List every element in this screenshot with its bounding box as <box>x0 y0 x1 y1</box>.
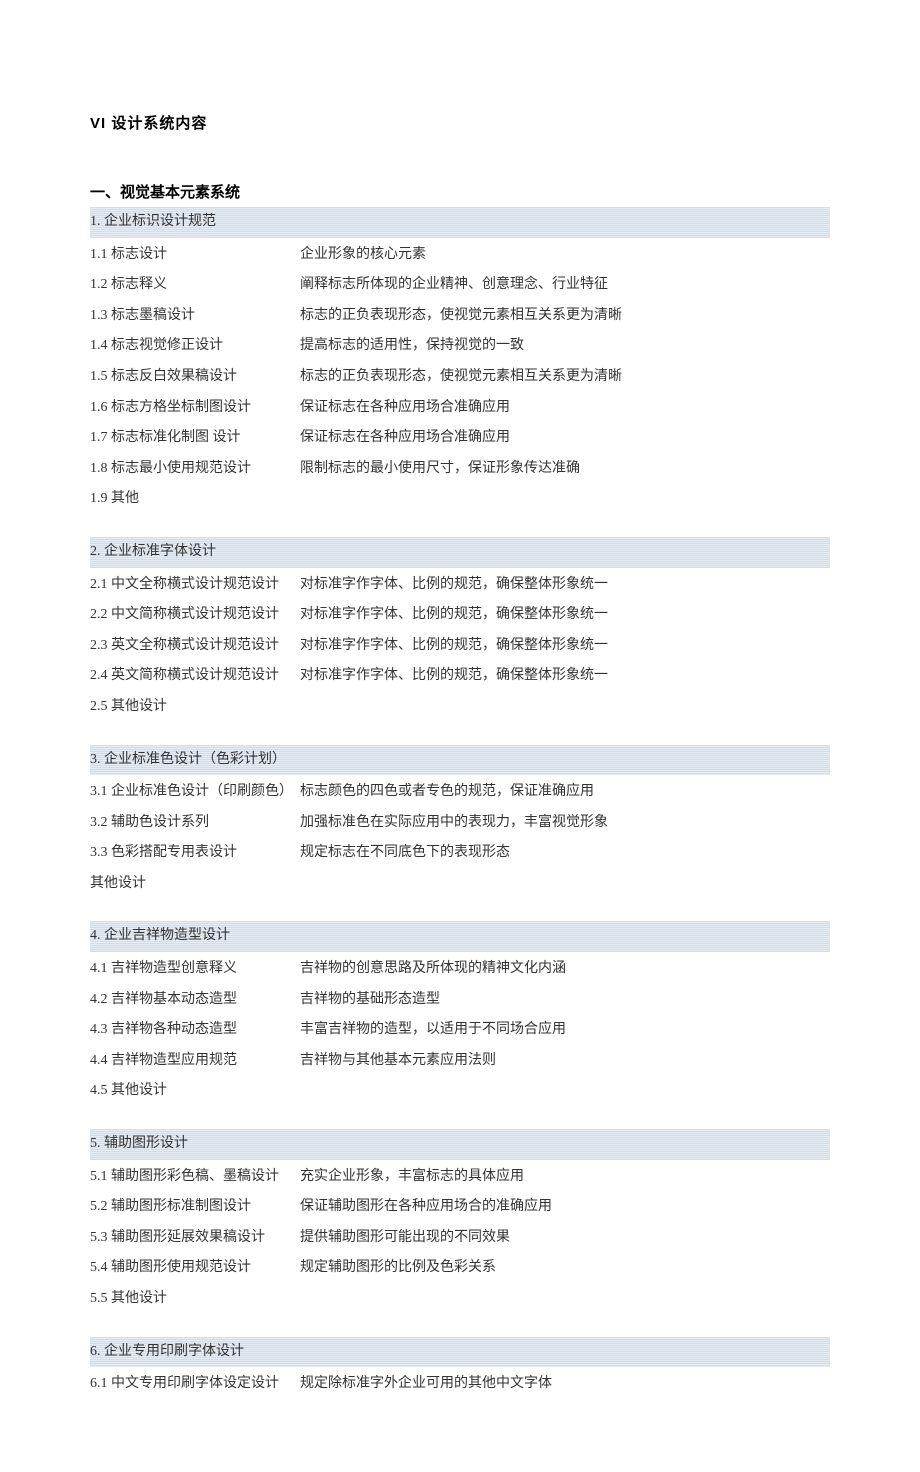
spacer <box>90 899 830 911</box>
item-row: 5.3 辅助图形延展效果稿设计提供辅助图形可能出现的不同效果 <box>90 1223 830 1254</box>
item-label: 5.1 辅助图形彩色稿、墨稿设计 <box>90 1164 300 1191</box>
item-row: 6.1 中文专用印刷字体设定设计规定除标准字外企业可用的其他中文字体 <box>90 1369 830 1400</box>
item-description: 吉祥物的创意思路及所体现的精神文化内涵 <box>300 956 830 983</box>
item-label: 5.4 辅助图形使用规范设计 <box>90 1255 300 1282</box>
item-row: 5.5 其他设计 <box>90 1284 830 1315</box>
item-label: 5.5 其他设计 <box>90 1286 300 1313</box>
item-label: 1.1 标志设计 <box>90 242 300 269</box>
item-row: 4.4 吉祥物造型应用规范吉祥物与其他基本元素应用法则 <box>90 1046 830 1077</box>
group-header: 3. 企业标准色设计（色彩计划） <box>90 745 830 776</box>
item-description: 限制标志的最小使用尺寸，保证形象传达准确 <box>300 456 830 483</box>
item-label: 1.6 标志方格坐标制图设计 <box>90 395 300 422</box>
item-row: 3.2 辅助色设计系列加强标准色在实际应用中的表现力，丰富视觉形象 <box>90 808 830 839</box>
item-label: 2.2 中文简称横式设计规范设计 <box>90 602 300 629</box>
item-description: 阐释标志所体现的企业精神、创意理念、行业特征 <box>300 272 830 299</box>
item-label: 4.1 吉祥物造型创意释义 <box>90 956 300 983</box>
item-label: 6.1 中文专用印刷字体设定设计 <box>90 1371 300 1398</box>
item-label: 2.4 英文简称横式设计规范设计 <box>90 663 300 690</box>
item-description: 标志的正负表现形态，使视觉元素相互关系更为清晰 <box>300 303 830 330</box>
item-description: 对标准字作字体、比例的规范，确保整体形象统一 <box>300 602 830 629</box>
item-row: 其他设计 <box>90 869 830 900</box>
item-description: 丰富吉祥物的造型，以适用于不同场合应用 <box>300 1017 830 1044</box>
item-description: 对标准字作字体、比例的规范，确保整体形象统一 <box>300 663 830 690</box>
item-description: 规定辅助图形的比例及色彩关系 <box>300 1255 830 1282</box>
item-row: 2.1 中文全称横式设计规范设计对标准字作字体、比例的规范，确保整体形象统一 <box>90 570 830 601</box>
item-label: 4.4 吉祥物造型应用规范 <box>90 1048 300 1075</box>
item-row: 1.7 标志标准化制图 设计保证标志在各种应用场合准确应用 <box>90 423 830 454</box>
item-row: 1.2 标志释义阐释标志所体现的企业精神、创意理念、行业特征 <box>90 270 830 301</box>
item-label: 4.2 吉祥物基本动态造型 <box>90 987 300 1014</box>
item-description: 充实企业形象，丰富标志的具体应用 <box>300 1164 830 1191</box>
item-label: 1.9 其他 <box>90 486 300 513</box>
item-label: 其他设计 <box>90 871 300 898</box>
item-label: 3.2 辅助色设计系列 <box>90 810 300 837</box>
item-row: 1.9 其他 <box>90 484 830 515</box>
item-label: 3.1 企业标准色设计（印刷颜色） <box>90 779 300 806</box>
item-description: 标志颜色的四色或者专色的规范，保证准确应用 <box>300 779 830 806</box>
item-description: 对标准字作字体、比例的规范，确保整体形象统一 <box>300 572 830 599</box>
item-label: 1.8 标志最小使用规范设计 <box>90 456 300 483</box>
group-header: 6. 企业专用印刷字体设计 <box>90 1337 830 1368</box>
item-row: 3.3 色彩搭配专用表设计规定标志在不同底色下的表现形态 <box>90 838 830 869</box>
item-label: 1.3 标志墨稿设计 <box>90 303 300 330</box>
spacer <box>90 515 830 527</box>
item-row: 1.3 标志墨稿设计标志的正负表现形态，使视觉元素相互关系更为清晰 <box>90 301 830 332</box>
item-row: 2.2 中文简称横式设计规范设计对标准字作字体、比例的规范，确保整体形象统一 <box>90 600 830 631</box>
item-row: 5.4 辅助图形使用规范设计规定辅助图形的比例及色彩关系 <box>90 1253 830 1284</box>
item-row: 1.6 标志方格坐标制图设计保证标志在各种应用场合准确应用 <box>90 393 830 424</box>
document-title: VI 设计系统内容 <box>90 110 830 139</box>
item-description: 企业形象的核心元素 <box>300 242 830 269</box>
item-row: 5.2 辅助图形标准制图设计保证辅助图形在各种应用场合的准确应用 <box>90 1192 830 1223</box>
item-label: 5.3 辅助图形延展效果稿设计 <box>90 1225 300 1252</box>
item-description: 标志的正负表现形态，使视觉元素相互关系更为清晰 <box>300 364 830 391</box>
section-title: 一、视觉基本元素系统 <box>90 179 830 208</box>
item-description: 保证辅助图形在各种应用场合的准确应用 <box>300 1194 830 1221</box>
spacer <box>90 1315 830 1327</box>
item-row: 2.3 英文全称横式设计规范设计对标准字作字体、比例的规范，确保整体形象统一 <box>90 631 830 662</box>
item-label: 3.3 色彩搭配专用表设计 <box>90 840 300 867</box>
item-label: 5.2 辅助图形标准制图设计 <box>90 1194 300 1221</box>
group-header: 5. 辅助图形设计 <box>90 1129 830 1160</box>
item-row: 1.8 标志最小使用规范设计限制标志的最小使用尺寸，保证形象传达准确 <box>90 454 830 485</box>
item-description: 提高标志的适用性，保持视觉的一致 <box>300 333 830 360</box>
item-row: 1.1 标志设计企业形象的核心元素 <box>90 240 830 271</box>
item-row: 2.5 其他设计 <box>90 692 830 723</box>
item-label: 1.5 标志反白效果稿设计 <box>90 364 300 391</box>
item-description: 提供辅助图形可能出现的不同效果 <box>300 1225 830 1252</box>
item-label: 4.3 吉祥物各种动态造型 <box>90 1017 300 1044</box>
item-description: 保证标志在各种应用场合准确应用 <box>300 425 830 452</box>
item-description: 吉祥物的基础形态造型 <box>300 987 830 1014</box>
spacer <box>90 723 830 735</box>
content-container: 1. 企业标识设计规范1.1 标志设计企业形象的核心元素1.2 标志释义阐释标志… <box>90 207 830 1412</box>
group-header: 2. 企业标准字体设计 <box>90 537 830 568</box>
item-row: 4.1 吉祥物造型创意释义吉祥物的创意思路及所体现的精神文化内涵 <box>90 954 830 985</box>
item-label: 1.2 标志释义 <box>90 272 300 299</box>
item-row: 1.5 标志反白效果稿设计标志的正负表现形态，使视觉元素相互关系更为清晰 <box>90 362 830 393</box>
item-description: 加强标准色在实际应用中的表现力，丰富视觉形象 <box>300 810 830 837</box>
item-description: 规定除标准字外企业可用的其他中文字体 <box>300 1371 830 1398</box>
item-label: 1.7 标志标准化制图 设计 <box>90 425 300 452</box>
spacer <box>90 1107 830 1119</box>
item-label: 4.5 其他设计 <box>90 1078 300 1105</box>
item-row: 3.1 企业标准色设计（印刷颜色）标志颜色的四色或者专色的规范，保证准确应用 <box>90 777 830 808</box>
item-label: 2.1 中文全称横式设计规范设计 <box>90 572 300 599</box>
item-description: 规定标志在不同底色下的表现形态 <box>300 840 830 867</box>
item-label: 1.4 标志视觉修正设计 <box>90 333 300 360</box>
item-row: 5.1 辅助图形彩色稿、墨稿设计充实企业形象，丰富标志的具体应用 <box>90 1162 830 1193</box>
item-description: 吉祥物与其他基本元素应用法则 <box>300 1048 830 1075</box>
group-header: 1. 企业标识设计规范 <box>90 207 830 238</box>
item-row: 4.2 吉祥物基本动态造型吉祥物的基础形态造型 <box>90 985 830 1016</box>
item-description: 对标准字作字体、比例的规范，确保整体形象统一 <box>300 633 830 660</box>
item-label: 2.5 其他设计 <box>90 694 300 721</box>
item-description: 保证标志在各种应用场合准确应用 <box>300 395 830 422</box>
item-row: 1.4 标志视觉修正设计提高标志的适用性，保持视觉的一致 <box>90 331 830 362</box>
item-label: 2.3 英文全称横式设计规范设计 <box>90 633 300 660</box>
item-row: 4.3 吉祥物各种动态造型丰富吉祥物的造型，以适用于不同场合应用 <box>90 1015 830 1046</box>
item-row: 4.5 其他设计 <box>90 1076 830 1107</box>
spacer <box>90 1400 830 1412</box>
item-row: 2.4 英文简称横式设计规范设计对标准字作字体、比例的规范，确保整体形象统一 <box>90 661 830 692</box>
group-header: 4. 企业吉祥物造型设计 <box>90 921 830 952</box>
